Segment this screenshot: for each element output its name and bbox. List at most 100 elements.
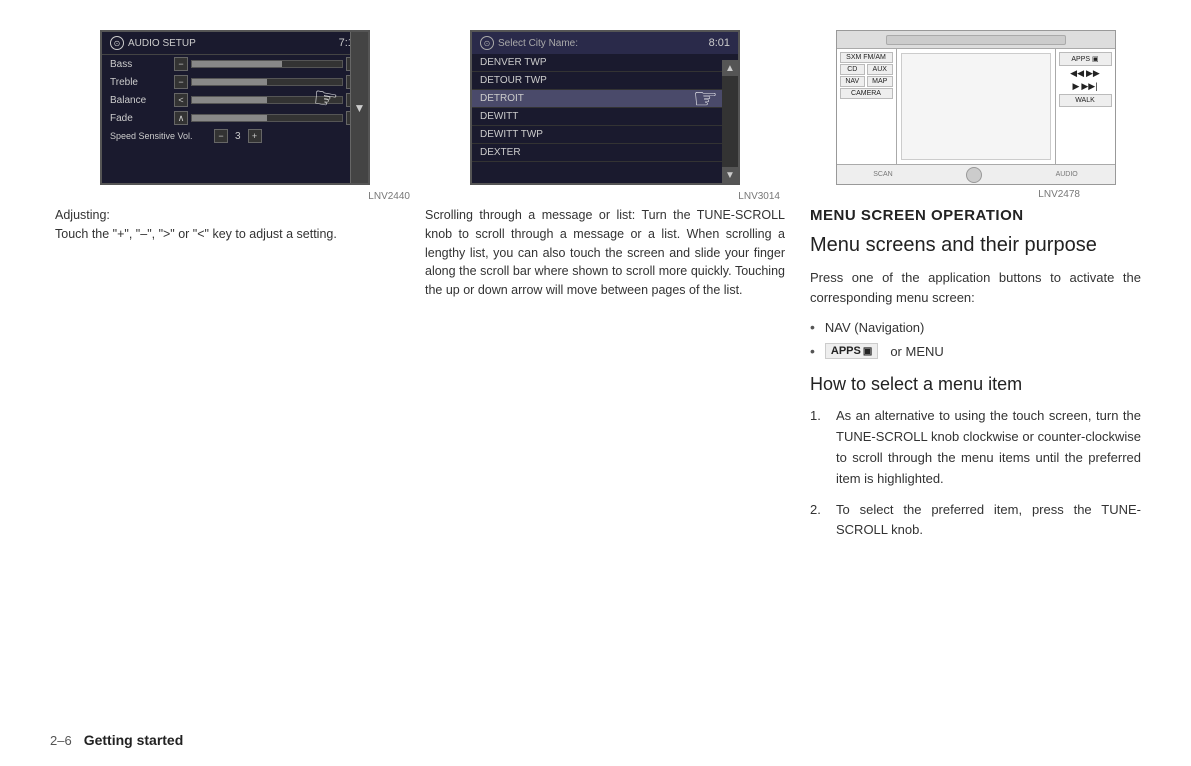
audio-label: AUDIO [1056, 171, 1078, 178]
city-item-denver[interactable]: DENVER TWP [472, 54, 722, 72]
top-section: ⊙ AUDIO SETUP 7:19 Bass − + [50, 30, 1141, 551]
city-screen: ⊙ Select City Name: 8:01 DENVER TWP DETO… [470, 30, 740, 185]
footer-page-number: 2–6 [50, 733, 72, 748]
audio-screen-wrapper: ⊙ AUDIO SETUP 7:19 Bass − + [100, 30, 370, 185]
bass-minus[interactable]: − [174, 57, 188, 71]
col1-audio: ⊙ AUDIO SETUP 7:19 Bass − + [50, 30, 420, 244]
arrow-btns: ◀◀ ▶▶ [1059, 68, 1112, 79]
src-map-btn[interactable]: SXM FM/AM [840, 52, 893, 63]
radio-top-bar [837, 31, 1115, 49]
numbered-item-1: 1. As an alternative to using the touch … [810, 406, 1141, 489]
footer-section-title: Getting started [84, 732, 184, 748]
radio-body: SXM FM/AM CD AUX NAV MAP CAMERA [837, 49, 1115, 164]
walk-btn[interactable]: WALK [1059, 94, 1112, 107]
radio-bottom: SCAN AUDIO [837, 164, 1115, 184]
caption-id-3: LNV2478 [810, 189, 1090, 200]
cd-btn[interactable]: CD [840, 64, 866, 75]
city-item-dewitt[interactable]: DEWITT [472, 108, 722, 126]
audio-row-bass: Bass − + [102, 55, 368, 73]
apps-btn[interactable]: APPS ▣ [1059, 52, 1112, 66]
menu-screen-heading: MENU SCREEN OPERATION [810, 206, 1024, 226]
city-item-dexter[interactable]: DEXTER [472, 144, 722, 162]
bullet-apps: • APPS ▣ or MENU [810, 343, 944, 359]
speed-minus[interactable]: − [214, 129, 228, 143]
bullet-nav-text: NAV (Navigation) [825, 320, 924, 335]
fade-up[interactable]: ∧ [174, 111, 188, 125]
caption-id-2: LNV3014 [420, 191, 790, 202]
item-2-num: 2. [810, 500, 828, 542]
page-container: ⊙ AUDIO SETUP 7:19 Bass − + [0, 0, 1191, 766]
speed-controls: − 3 + [214, 129, 346, 143]
tune-scroll-knob[interactable] [966, 167, 982, 183]
audio-header: ⊙ AUDIO SETUP 7:19 [102, 32, 368, 55]
speed-plus[interactable]: + [248, 129, 262, 143]
item-2-text: To select the preferred item, press the … [836, 500, 1141, 542]
apps-badge: APPS ▣ [825, 343, 878, 359]
prev-btn[interactable]: ◀◀ [1070, 68, 1084, 79]
bass-label: Bass [110, 59, 170, 70]
col3-menu: SXM FM/AM CD AUX NAV MAP CAMERA [790, 30, 1141, 551]
col2-city: ⊙ Select City Name: 8:01 DENVER TWP DETO… [420, 30, 790, 300]
bottom-labels: SCAN [873, 171, 892, 178]
scroll-up-btn[interactable]: ▲ [722, 60, 738, 76]
radio-center-display [901, 53, 1051, 160]
city-screen-title: Select City Name: [498, 38, 578, 49]
radio-left-panel: SXM FM/AM CD AUX NAV MAP CAMERA [837, 49, 897, 164]
city-item-dewitt-twp[interactable]: DEWITT TWP [472, 126, 722, 144]
scan-label: SCAN [873, 171, 892, 178]
map-btn[interactable]: MAP [867, 76, 893, 87]
nav-map-row: NAV MAP [840, 76, 893, 87]
bass-slider [191, 60, 343, 68]
radio-right-panel: APPS ▣ ◀◀ ▶▶ ▶ ▶▶| WALK [1055, 49, 1115, 164]
treble-minus[interactable]: − [174, 75, 188, 89]
city-item-detour[interactable]: DETOUR TWP [472, 72, 722, 90]
apps-text: APPS [831, 345, 861, 357]
footer: 2–6 Getting started [50, 732, 183, 748]
treble-label: Treble [110, 77, 170, 88]
bullet-dot-nav: • [810, 319, 815, 335]
apps-grid-icon: ▣ [863, 346, 872, 357]
city-item-detroit[interactable]: DETROIT [472, 90, 722, 108]
caption-text-1: Adjusting:Touch the "+", "–", ">" or "<"… [50, 206, 420, 244]
nav-btn[interactable]: NAV [840, 76, 866, 87]
bullet-nav: • NAV (Navigation) [810, 319, 924, 335]
item-1-num: 1. [810, 406, 828, 489]
numbered-item-2: 2. To select the preferred item, press t… [810, 500, 1141, 542]
bullet-dot-apps: • [810, 343, 815, 359]
bass-controls: − + [174, 57, 360, 71]
scroll-down-btn2[interactable]: ▼ [722, 167, 738, 183]
stop-btn[interactable]: ▶▶| [1081, 81, 1097, 92]
fade-label: Fade [110, 113, 170, 124]
radio-screen: SXM FM/AM CD AUX NAV MAP CAMERA [836, 30, 1116, 185]
menu-screens-subtitle: Menu screens and their purpose [810, 232, 1097, 258]
balance-left[interactable]: < [174, 93, 188, 107]
city-header-left: ⊙ Select City Name: [480, 36, 578, 50]
city-scrollbar: ▲ ▼ [722, 60, 738, 183]
item-1-text: As an alternative to using the touch scr… [836, 406, 1141, 489]
audio-header-left: ⊙ AUDIO SETUP [110, 36, 196, 50]
audio-setup-icon: ⊙ [110, 36, 124, 50]
balance-label: Balance [110, 95, 170, 106]
play-btns: ▶ ▶▶| [1059, 81, 1112, 92]
city-icon: ⊙ [480, 36, 494, 50]
menu-screens-body: Press one of the application buttons to … [810, 268, 1141, 310]
camera-btn[interactable]: CAMERA [840, 88, 893, 99]
audio-screen: ⊙ AUDIO SETUP 7:19 Bass − + [100, 30, 370, 185]
cd-aux-row: CD AUX [840, 64, 893, 75]
city-time: 8:01 [709, 37, 730, 49]
next-btn[interactable]: ▶▶ [1086, 68, 1100, 79]
city-header: ⊙ Select City Name: 8:01 [472, 32, 738, 54]
play-btn[interactable]: ▶ [1072, 81, 1079, 92]
or-menu-text: or MENU [890, 344, 943, 359]
speed-label: Speed Sensitive Vol. [110, 131, 210, 141]
aux-btn[interactable]: AUX [867, 64, 893, 75]
speed-value: 3 [231, 131, 245, 142]
hand-pointer-icon2: ☞ [693, 82, 718, 115]
radio-screen-area: SXM FM/AM CD AUX NAV MAP CAMERA [810, 30, 1141, 185]
scroll-down-btn[interactable]: ▼ [350, 32, 368, 183]
how-to-select-subtitle: How to select a menu item [810, 373, 1022, 396]
audio-setup-title: AUDIO SETUP [128, 38, 196, 49]
fade-slider [191, 114, 343, 122]
audio-row-speed: Speed Sensitive Vol. − 3 + [102, 127, 368, 145]
radio-left-btns: SXM FM/AM CD AUX NAV MAP CAMERA [837, 49, 896, 102]
